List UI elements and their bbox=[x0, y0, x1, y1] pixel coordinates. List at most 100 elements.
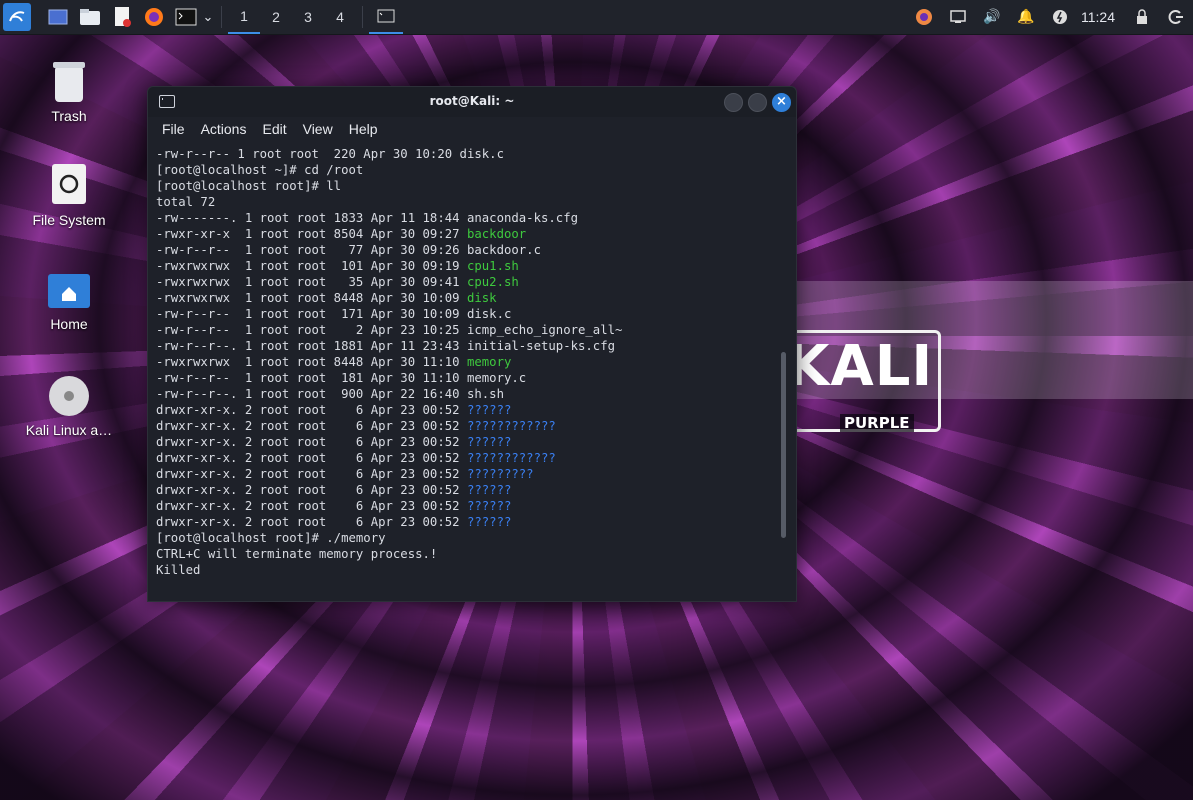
desktop-icon-label: Trash bbox=[51, 108, 87, 124]
terminal-line: drwxr-xr-x. 2 root root 6 Apr 23 00:52 ?… bbox=[156, 434, 776, 450]
file-name: sh.sh bbox=[466, 387, 504, 401]
terminal-line-text: -rwxrwxrwx 1 root root 8448 Apr 30 10:09 bbox=[156, 291, 467, 305]
terminal-line: drwxr-xr-x. 2 root root 6 Apr 23 00:52 ?… bbox=[156, 466, 776, 482]
terminal-line-text: drwxr-xr-x. 2 root root 6 Apr 23 00:52 bbox=[156, 483, 467, 497]
terminal-window[interactable]: root@Kali: ~ × File Actions Edit View He… bbox=[147, 86, 797, 602]
drive-icon bbox=[52, 164, 86, 204]
terminal-line-text: CTRL+C will terminate memory process.! bbox=[156, 547, 438, 561]
firefox-icon[interactable] bbox=[141, 4, 167, 30]
menubar: File Actions Edit View Help bbox=[148, 117, 796, 141]
terminal-line: -rw-r--r--. 1 root root 900 Apr 22 16:40… bbox=[156, 386, 776, 402]
terminal-line: -rw-r--r-- 1 root root 77 Apr 30 09:26 b… bbox=[156, 242, 776, 258]
clock[interactable]: 11:24 bbox=[1077, 9, 1125, 25]
terminal-line: drwxr-xr-x. 2 root root 6 Apr 23 00:52 ?… bbox=[156, 482, 776, 498]
terminal-line-text: -rw-r--r-- 1 root root 171 Apr 30 10:09 bbox=[156, 307, 467, 321]
workspace-2[interactable]: 2 bbox=[260, 0, 292, 34]
terminal-line-text: -rw-------. 1 root root 1833 Apr 11 18:4… bbox=[156, 211, 467, 225]
menu-edit[interactable]: Edit bbox=[254, 121, 294, 137]
close-button[interactable]: × bbox=[772, 93, 791, 112]
terminal-line: drwxr-xr-x. 2 root root 6 Apr 23 00:52 ?… bbox=[156, 514, 776, 530]
menu-file[interactable]: File bbox=[154, 121, 193, 137]
taskbar-terminal-window[interactable] bbox=[369, 0, 403, 34]
window-titlebar[interactable]: root@Kali: ~ × bbox=[148, 87, 796, 117]
file-name: ?????? bbox=[466, 499, 512, 513]
terminal-line-text: drwxr-xr-x. 2 root root 6 Apr 23 00:52 bbox=[156, 499, 467, 513]
text-editor-icon[interactable] bbox=[109, 4, 135, 30]
file-name: icmp_echo_ignore_all~ bbox=[466, 323, 623, 337]
home-folder-icon bbox=[48, 274, 90, 308]
maximize-button[interactable] bbox=[748, 93, 767, 112]
file-name: memory bbox=[466, 355, 512, 369]
file-name: disk bbox=[466, 291, 497, 305]
show-desktop-icon[interactable] bbox=[45, 4, 71, 30]
terminal-line: -rw-r--r-- 1 root root 2 Apr 23 10:25 ic… bbox=[156, 322, 776, 338]
menu-actions[interactable]: Actions bbox=[193, 121, 255, 137]
terminal-line: drwxr-xr-x. 2 root root 6 Apr 23 00:52 ?… bbox=[156, 498, 776, 514]
notification-bell-icon[interactable]: 🔔 bbox=[1009, 0, 1043, 34]
terminal-line-text: Killed bbox=[156, 563, 201, 577]
terminal-line: [root@localhost root]# ./memory bbox=[156, 530, 776, 546]
terminal-line-text: drwxr-xr-x. 2 root root 6 Apr 23 00:52 bbox=[156, 435, 467, 449]
workspace-1[interactable]: 1 bbox=[228, 0, 260, 34]
purple-logo-text: PURPLE bbox=[840, 414, 914, 432]
desktop-icon-label: Kali Linux a… bbox=[25, 422, 113, 438]
disc-icon bbox=[49, 376, 89, 416]
minimize-button[interactable] bbox=[724, 93, 743, 112]
desktop-icon-kali-disc[interactable]: Kali Linux a… bbox=[14, 374, 124, 438]
terminal-launcher-icon[interactable] bbox=[173, 4, 199, 30]
taskbar-separator bbox=[362, 6, 363, 28]
file-manager-icon[interactable] bbox=[77, 4, 103, 30]
file-name: ?????? bbox=[466, 435, 512, 449]
scrollbar[interactable] bbox=[781, 352, 786, 538]
desktop-icon-trash[interactable]: Trash bbox=[14, 58, 124, 124]
taskbar-separator bbox=[221, 6, 222, 28]
terminal-line: -rw-------. 1 root root 1833 Apr 11 18:4… bbox=[156, 210, 776, 226]
terminal-line: -rwxrwxrwx 1 root root 8448 Apr 30 11:10… bbox=[156, 354, 776, 370]
workspace-4[interactable]: 4 bbox=[324, 0, 356, 34]
terminal-line-text: drwxr-xr-x. 2 root root 6 Apr 23 00:52 bbox=[156, 451, 467, 465]
file-name: anaconda-ks.cfg bbox=[466, 211, 579, 225]
file-name: disk.c bbox=[459, 147, 504, 161]
terminal-line: CTRL+C will terminate memory process.! bbox=[156, 546, 776, 562]
file-name: ?????? bbox=[466, 483, 512, 497]
terminal-line-text: [root@localhost ~]# cd /root bbox=[156, 163, 364, 177]
terminal-line-text: -rw-r--r-- 1 root root 220 Apr 30 10:20 bbox=[156, 147, 460, 161]
terminal-line-text: -rwxr-xr-x 1 root root 8504 Apr 30 09:27 bbox=[156, 227, 467, 241]
file-name: ?????? bbox=[466, 515, 512, 529]
network-icon[interactable] bbox=[941, 0, 975, 34]
kali-menu-button[interactable] bbox=[3, 3, 31, 31]
terminal-line: Killed bbox=[156, 562, 776, 578]
terminal-line-text: -rwxrwxrwx 1 root root 101 Apr 30 09:19 bbox=[156, 259, 467, 273]
terminal-line-text: drwxr-xr-x. 2 root root 6 Apr 23 00:52 bbox=[156, 403, 467, 417]
terminal-line-text: -rw-r--r-- 1 root root 2 Apr 23 10:25 bbox=[156, 323, 467, 337]
desktop-icon-file-system[interactable]: File System bbox=[14, 162, 124, 228]
terminal-line-text: -rw-r--r-- 1 root root 77 Apr 30 09:26 bbox=[156, 243, 467, 257]
terminal-line: drwxr-xr-x. 2 root root 6 Apr 23 00:52 ?… bbox=[156, 402, 776, 418]
terminal-line: drwxr-xr-x. 2 root root 6 Apr 23 00:52 ?… bbox=[156, 418, 776, 434]
terminal-line: [root@localhost ~]# cd /root bbox=[156, 162, 776, 178]
menu-view[interactable]: View bbox=[295, 121, 341, 137]
file-name: disk.c bbox=[466, 307, 512, 321]
file-name: ????????? bbox=[466, 467, 534, 481]
menu-help[interactable]: Help bbox=[341, 121, 386, 137]
terminal-line-text: -rw-r--r-- 1 root root 181 Apr 30 11:10 bbox=[156, 371, 467, 385]
terminal-line: total 72 bbox=[156, 194, 776, 210]
terminal-line-text: drwxr-xr-x. 2 root root 6 Apr 23 00:52 bbox=[156, 515, 467, 529]
terminal-line: -rw-r--r-- 1 root root 220 Apr 30 10:20 … bbox=[156, 146, 776, 162]
terminal-icon bbox=[377, 9, 395, 23]
terminal-output[interactable]: -rw-r--r-- 1 root root 220 Apr 30 10:20 … bbox=[156, 146, 776, 593]
logout-icon[interactable] bbox=[1159, 0, 1193, 34]
terminal-line: -rw-r--r--. 1 root root 1881 Apr 11 23:4… bbox=[156, 338, 776, 354]
color-picker-icon[interactable] bbox=[907, 0, 941, 34]
terminal-line-text: -rw-r--r--. 1 root root 1881 Apr 11 23:4… bbox=[156, 339, 467, 353]
desktop-icon-home[interactable]: Home bbox=[14, 270, 124, 332]
file-name: ?????? bbox=[466, 403, 512, 417]
chevron-down-icon[interactable]: ⌄ bbox=[201, 4, 215, 30]
kali-logo-text: KALI bbox=[786, 334, 934, 399]
file-name: backdoor.c bbox=[466, 243, 541, 257]
power-manager-icon[interactable] bbox=[1043, 0, 1077, 34]
volume-icon[interactable]: 🔊 bbox=[975, 0, 1009, 34]
terminal-line: -rwxr-xr-x 1 root root 8504 Apr 30 09:27… bbox=[156, 226, 776, 242]
workspace-3[interactable]: 3 bbox=[292, 0, 324, 34]
lock-screen-icon[interactable] bbox=[1125, 0, 1159, 34]
